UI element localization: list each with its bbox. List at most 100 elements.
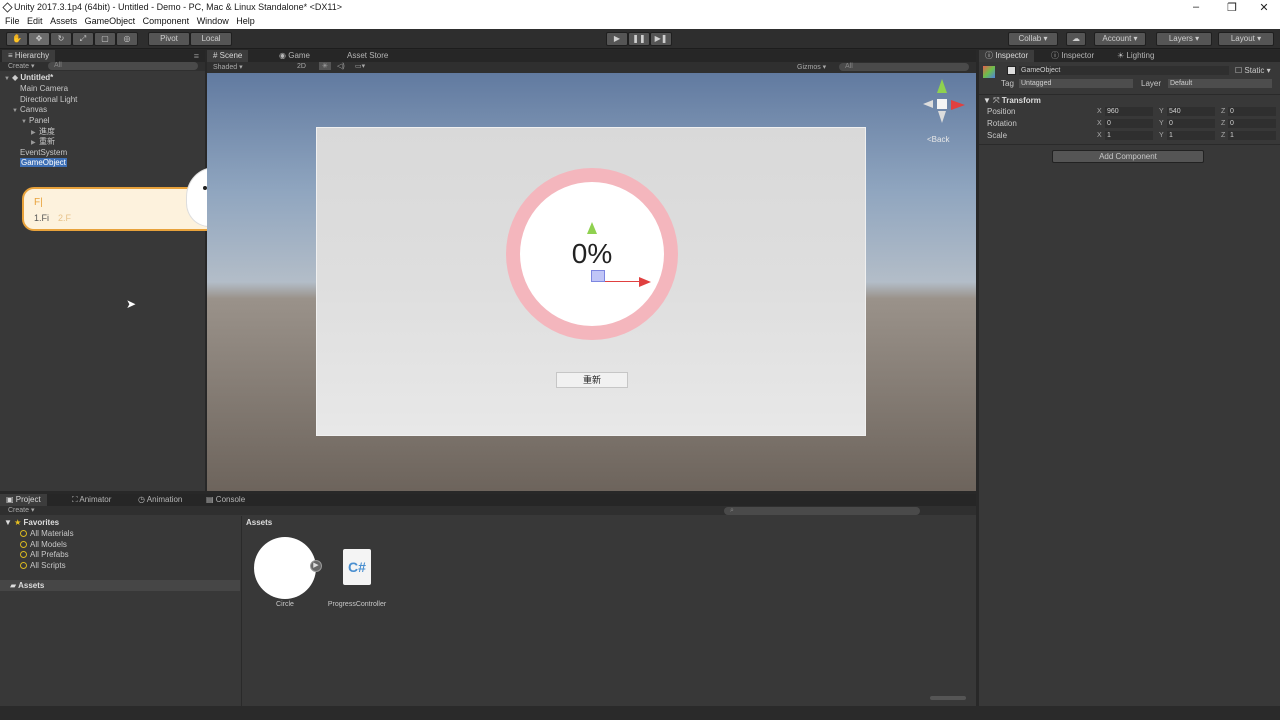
list-item-selected[interactable]: GameObject <box>20 158 67 168</box>
layer-dropdown[interactable]: Default <box>1168 79 1272 88</box>
play-button[interactable]: ▶ <box>606 32 628 46</box>
list-item[interactable]: EventSystem <box>20 148 67 158</box>
layout-dropdown[interactable]: Layout ▾ <box>1218 32 1274 46</box>
rotation-x-field[interactable]: 0 <box>1105 119 1153 128</box>
scene-search-input[interactable]: All <box>839 63 969 71</box>
scene-root-row[interactable]: ▼ ◆ Untitled* <box>4 73 53 83</box>
scale-tool-icon[interactable]: ⤢ <box>72 32 94 46</box>
list-item[interactable]: ▶ 進度 <box>31 127 55 137</box>
project-create-button[interactable]: Create ▾ <box>8 506 34 514</box>
menu-window[interactable]: Window <box>192 15 229 26</box>
tab-hierarchy[interactable]: ≡ Hierarchy <box>2 50 56 62</box>
menu-gameobject[interactable]: GameObject <box>80 15 136 26</box>
audio-toggle-icon[interactable]: ◁) <box>337 62 345 70</box>
search-filter-icon <box>20 551 27 558</box>
local-toggle[interactable]: Local <box>190 32 232 46</box>
layers-dropdown[interactable]: Layers ▾ <box>1156 32 1212 46</box>
transform-header[interactable]: ▼ ⤧ Transform <box>983 96 1041 106</box>
csharp-script-icon[interactable]: C# <box>343 549 371 585</box>
menu-edit[interactable]: Edit <box>22 15 43 26</box>
expand-sprite-icon[interactable]: ▶ <box>310 560 322 572</box>
menu-assets[interactable]: Assets <box>45 15 77 26</box>
menu-file[interactable]: File <box>0 15 20 26</box>
tab-project[interactable]: ▣ Project <box>0 494 47 506</box>
cloud-button[interactable]: ☁ <box>1066 32 1086 46</box>
restart-button[interactable]: 重新 <box>556 372 628 388</box>
maximize-icon[interactable]: ❐ <box>1216 1 1248 14</box>
list-item[interactable]: All Prefabs <box>20 549 69 560</box>
position-y-field[interactable]: 540 <box>1167 107 1215 116</box>
close-icon[interactable]: ✕ <box>1248 1 1280 14</box>
list-item[interactable]: All Materials <box>20 528 74 539</box>
tab-console[interactable]: ▤ Console <box>200 494 251 506</box>
game-tab-label: Game <box>288 51 311 60</box>
rotation-z-field[interactable]: 0 <box>1228 119 1276 128</box>
position-x-field[interactable]: 960 <box>1105 107 1153 116</box>
assets-folder-row[interactable]: ▰ Assets <box>0 580 240 591</box>
list-item[interactable]: Main Camera <box>20 84 68 94</box>
tab-animation[interactable]: ◷ Animation <box>132 494 188 506</box>
rotation-y-field[interactable]: 0 <box>1167 119 1215 128</box>
static-checkbox[interactable]: ☐ Static ▾ <box>1235 66 1271 75</box>
transform-tool-icon[interactable]: ◎ <box>116 32 138 46</box>
status-bar <box>0 706 1280 720</box>
popup-suggestion-2[interactable]: 2.F <box>58 213 71 223</box>
list-item[interactable]: Directional Light <box>20 95 77 105</box>
hierarchy-create-button[interactable]: Create ▾ <box>8 62 34 70</box>
icon-size-slider[interactable] <box>930 696 966 700</box>
circle-sprite-icon[interactable] <box>254 537 316 599</box>
position-z-field[interactable]: 0 <box>1228 107 1276 116</box>
favorites-header[interactable]: ▼ ★ Favorites <box>4 517 59 528</box>
toggle-2d-button[interactable]: 2D <box>297 63 306 70</box>
list-item[interactable]: ▼ Canvas <box>12 105 47 115</box>
minimize-icon[interactable]: – <box>1180 1 1212 13</box>
menu-component[interactable]: Component <box>138 15 190 26</box>
scale-z-field[interactable]: 1 <box>1228 131 1276 140</box>
tab-inspector-2[interactable]: ⓘ Inspector <box>1045 50 1100 62</box>
object-name-field[interactable]: GameObject <box>1019 66 1229 75</box>
rotation-label: Rotation <box>987 119 1017 128</box>
popup-input-text[interactable]: F| <box>34 197 43 208</box>
rotate-tool-icon[interactable]: ↻ <box>50 32 72 46</box>
list-item[interactable]: All Scripts <box>20 560 66 571</box>
move-handle-y-icon[interactable] <box>587 222 597 234</box>
gizmos-label: Gizmos <box>797 64 821 71</box>
scene-view[interactable]: <Back 0% 重新 <box>207 73 976 491</box>
orientation-gizmo-icon[interactable] <box>923 79 965 129</box>
list-item[interactable]: ▼ Panel <box>21 116 49 126</box>
popup-suggestion-1[interactable]: 1.Fi <box>34 213 49 223</box>
step-button[interactable]: ▶❚ <box>650 32 672 46</box>
tab-game[interactable]: ◉ Game <box>273 50 316 62</box>
star-icon: ★ <box>14 518 22 527</box>
move-tool-icon[interactable]: ✥ <box>28 32 50 46</box>
add-component-button[interactable]: Add Component <box>1052 150 1204 163</box>
account-dropdown[interactable]: Account ▾ <box>1094 32 1146 46</box>
hierarchy-search-input[interactable]: All <box>48 62 198 70</box>
tab-scene[interactable]: # Scene <box>207 50 249 62</box>
effects-toggle-icon[interactable]: ▭▾ <box>355 62 365 70</box>
move-handle-x-icon[interactable] <box>639 277 651 287</box>
scale-x-field[interactable]: 1 <box>1105 131 1153 140</box>
pivot-toggle[interactable]: Pivot <box>148 32 190 46</box>
pause-button[interactable]: ❚❚ <box>628 32 650 46</box>
gizmos-dropdown[interactable]: Gizmos ▾ <box>797 63 826 71</box>
tab-animator[interactable]: ⛶ Animator <box>66 494 117 506</box>
move-handle-plane-icon[interactable] <box>591 270 605 282</box>
tag-dropdown[interactable]: Untagged <box>1019 79 1133 88</box>
shading-dropdown[interactable]: Shaded ▾ <box>213 63 243 71</box>
gizmo-back-label[interactable]: <Back <box>927 135 949 144</box>
tab-asset-store[interactable]: Asset Store <box>341 50 394 62</box>
ui-canvas[interactable]: 0% 重新 <box>316 127 866 436</box>
list-item[interactable]: ▶ 重新 <box>31 137 55 147</box>
menu-help[interactable]: Help <box>231 15 255 26</box>
rect-tool-icon[interactable]: ▢ <box>94 32 116 46</box>
panel-menu-icon[interactable]: ≡ <box>194 51 199 61</box>
active-checkbox[interactable] <box>1007 66 1016 75</box>
tab-lighting[interactable]: ☀ Lighting <box>1111 50 1160 62</box>
project-search-input[interactable]: ⌕ <box>724 507 920 515</box>
lighting-toggle-icon[interactable]: ✳ <box>319 62 331 70</box>
scale-y-field[interactable]: 1 <box>1167 131 1215 140</box>
hand-tool-icon[interactable]: ✋ <box>6 32 28 46</box>
collab-dropdown[interactable]: Collab ▾ <box>1008 32 1058 46</box>
tab-inspector[interactable]: ⓘ Inspector <box>979 50 1035 62</box>
